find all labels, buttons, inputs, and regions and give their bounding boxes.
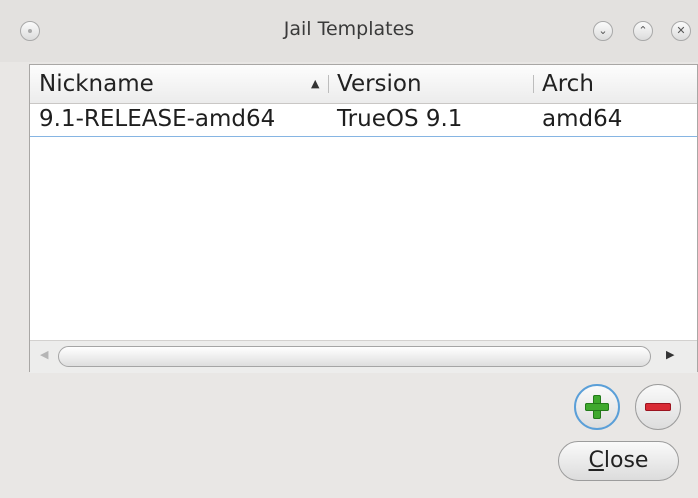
close-label: lose bbox=[603, 448, 649, 473]
column-separator[interactable] bbox=[328, 75, 329, 93]
column-separator[interactable] bbox=[533, 75, 534, 93]
close-icon: ✕ bbox=[676, 24, 686, 37]
chevron-up-icon: ⌃ bbox=[638, 24, 648, 37]
jail-templates-window: Jail Templates ⌄ ⌃ ✕ Nickname ▲ Version … bbox=[0, 0, 698, 498]
cell-version: TrueOS 9.1 bbox=[337, 106, 463, 132]
add-template-button[interactable] bbox=[574, 384, 620, 430]
title-bar: Jail Templates ⌄ ⌃ ✕ bbox=[0, 0, 698, 62]
minimize-button[interactable]: ⌄ bbox=[593, 21, 613, 41]
plus-icon bbox=[585, 395, 609, 419]
table-header: Nickname ▲ Version Arch bbox=[30, 65, 697, 104]
maximize-button[interactable]: ⌃ bbox=[633, 21, 653, 41]
scroll-left-arrow-icon[interactable]: ◀ bbox=[40, 348, 48, 361]
cell-nickname: 9.1-RELEASE-amd64 bbox=[39, 106, 276, 132]
column-header-nickname[interactable]: Nickname bbox=[39, 65, 154, 103]
templates-table: Nickname ▲ Version Arch 9.1-RELEASE-amd6… bbox=[29, 64, 698, 373]
column-header-arch[interactable]: Arch bbox=[542, 65, 594, 103]
remove-template-button[interactable] bbox=[635, 384, 681, 430]
table-row[interactable]: 9.1-RELEASE-amd64 TrueOS 9.1 amd64 bbox=[30, 103, 697, 137]
sort-ascending-icon: ▲ bbox=[311, 77, 320, 90]
cell-arch: amd64 bbox=[542, 106, 623, 132]
close-window-button[interactable]: ✕ bbox=[671, 21, 691, 41]
chevron-down-icon: ⌄ bbox=[598, 24, 608, 37]
horizontal-scrollbar[interactable]: ◀ ▶ bbox=[30, 340, 697, 373]
close-mnemonic: C bbox=[588, 448, 604, 473]
scrollbar-handle[interactable] bbox=[58, 346, 651, 367]
close-button[interactable]: Close bbox=[558, 441, 679, 481]
column-header-version[interactable]: Version bbox=[337, 65, 422, 103]
scroll-right-arrow-icon[interactable]: ▶ bbox=[666, 348, 674, 361]
minus-icon bbox=[645, 403, 671, 411]
